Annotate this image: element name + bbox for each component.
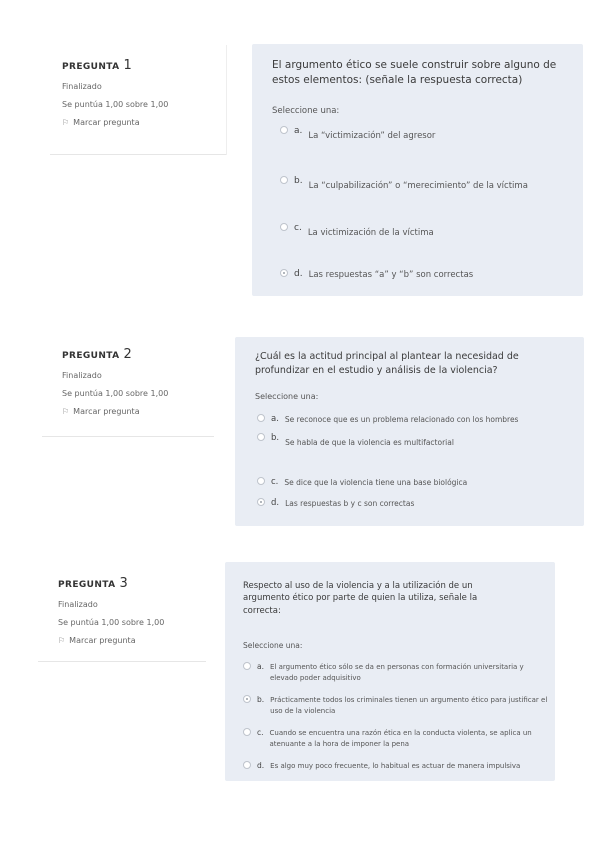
option-text: Las respuestas b y c son correctas (285, 499, 415, 508)
question-heading: PREGUNTA 3 (58, 576, 129, 591)
option-letter: c. (294, 223, 302, 233)
question-status: Finalizado (62, 371, 102, 380)
option-letter: d. (294, 269, 303, 279)
answer-option-c[interactable]: c. La victimización de la víctima (280, 223, 570, 240)
answer-option-a[interactable]: a. Se reconoce que es un problema relaci… (257, 414, 577, 425)
answer-option-c[interactable]: c. Se dice que la violencia tiene una ba… (257, 477, 577, 488)
question-text: Respecto al uso de la violencia y a la u… (243, 581, 478, 616)
question-number: 2 (123, 347, 133, 362)
question-text: ¿Cuál es la actitud principal al plantea… (255, 351, 519, 376)
radio-c[interactable] (243, 728, 251, 736)
info-divider (42, 436, 214, 437)
answer-option-d[interactable]: d. Las respuestas “a” y “b” son correcta… (280, 269, 570, 282)
question-content-2: ¿Cuál es la actitud principal al plantea… (235, 337, 584, 526)
radio-c[interactable] (280, 223, 288, 231)
question-content-3: Respecto al uso de la violencia y a la u… (225, 562, 555, 781)
radio-d[interactable] (243, 761, 251, 769)
flag-icon: ⚐ (58, 636, 66, 645)
flag-icon: ⚐ (62, 118, 70, 127)
option-letter: c. (271, 477, 279, 487)
flag-question-link[interactable]: ⚐ Marcar pregunta (62, 407, 168, 416)
option-letter: d. (271, 498, 280, 508)
answer-option-d[interactable]: d. Las respuestas b y c son correctas (257, 498, 577, 509)
option-text: El argumento ético sólo se da en persona… (269, 663, 524, 682)
option-text: Es algo muy poco frecuente, lo habitual … (270, 762, 521, 770)
option-letter: b. (257, 695, 265, 704)
radio-b-selected[interactable] (243, 695, 251, 703)
radio-c[interactable] (257, 477, 265, 485)
option-text: Se habla de que la violencia es multifac… (285, 438, 454, 447)
answer-option-b[interactable]: b. Se habla de que la violencia es multi… (257, 433, 577, 448)
radio-d-selected[interactable] (280, 269, 288, 277)
flag-question-label: Marcar pregunta (73, 407, 140, 416)
question-info-2: PREGUNTA 2 Finalizado Se puntúa 1,00 sobr… (62, 347, 168, 416)
question-content-1: El argumento ético se suele construir so… (252, 44, 583, 296)
option-text: Las respuestas “a” y “b” son correctas (308, 270, 474, 280)
info-divider (50, 154, 226, 155)
flag-question-label: Marcar pregunta (69, 636, 136, 645)
option-letter: d. (257, 761, 265, 770)
radio-a[interactable] (257, 414, 265, 422)
radio-b[interactable] (257, 433, 265, 441)
question-status: Finalizado (62, 82, 102, 91)
option-letter: c. (257, 728, 264, 737)
question-score: Se puntúa 1,00 sobre 1,00 (62, 100, 169, 109)
question-score: Se puntúa 1,00 sobre 1,00 (62, 389, 169, 398)
question-info-3: PREGUNTA 3 Finalizado Se puntúa 1,00 sobr… (58, 576, 164, 645)
answer-option-b[interactable]: b. Prácticamente todos los criminales ti… (243, 695, 548, 716)
option-letter: a. (271, 414, 279, 424)
answer-option-a[interactable]: a. El argumento ético sólo se da en pers… (243, 662, 548, 683)
question-info-1: PREGUNTA 1 Finalizado Se puntúa 1,00 sobr… (62, 58, 168, 127)
radio-a[interactable] (280, 126, 288, 134)
answer-option-a[interactable]: a. La “victimización” del agresor (280, 126, 570, 143)
select-one-prompt: Seleccione una: (255, 391, 319, 401)
question-score: Se puntúa 1,00 sobre 1,00 (58, 618, 165, 627)
flag-question-link[interactable]: ⚐ Marcar pregunta (62, 118, 168, 127)
radio-a[interactable] (243, 662, 251, 670)
flag-question-label: Marcar pregunta (73, 118, 140, 127)
option-letter: a. (294, 126, 303, 136)
info-divider (38, 661, 206, 662)
option-letter: b. (271, 433, 280, 443)
question-heading: PREGUNTA 2 (62, 347, 133, 362)
radio-b[interactable] (280, 176, 288, 184)
answer-option-d[interactable]: d. Es algo muy poco frecuente, lo habitu… (243, 761, 548, 772)
option-letter: b. (294, 176, 303, 186)
flag-icon: ⚐ (62, 407, 70, 416)
question-number: 3 (119, 576, 129, 591)
answer-option-b[interactable]: b. La “culpabilización” o “merecimiento”… (280, 176, 570, 193)
option-text: La “victimización” del agresor (308, 131, 436, 141)
answer-option-c[interactable]: c. Cuando se encuentra una razón ética e… (243, 728, 548, 749)
option-text: La “culpabilización” o “merecimiento” de… (308, 181, 528, 191)
option-text: Se dice que la violencia tiene una base … (284, 478, 468, 487)
info-vertical-divider (226, 45, 227, 155)
question-status: Finalizado (58, 600, 98, 609)
option-text: Prácticamente todos los criminales tiene… (270, 696, 548, 715)
option-text: La victimización de la víctima (307, 228, 434, 238)
question-text: El argumento ético se suele construir so… (272, 59, 557, 87)
select-one-prompt: Seleccione una: (272, 106, 340, 117)
option-text: Cuando se encuentra una razón ética en l… (269, 729, 532, 748)
question-heading: PREGUNTA 1 (62, 58, 133, 73)
option-text: Se reconoce que es un problema relaciona… (284, 415, 519, 424)
option-letter: a. (257, 662, 264, 671)
question-number: 1 (123, 58, 133, 73)
select-one-prompt: Seleccione una: (243, 640, 303, 650)
flag-question-link[interactable]: ⚐ Marcar pregunta (58, 636, 164, 645)
radio-d-selected[interactable] (257, 498, 265, 506)
